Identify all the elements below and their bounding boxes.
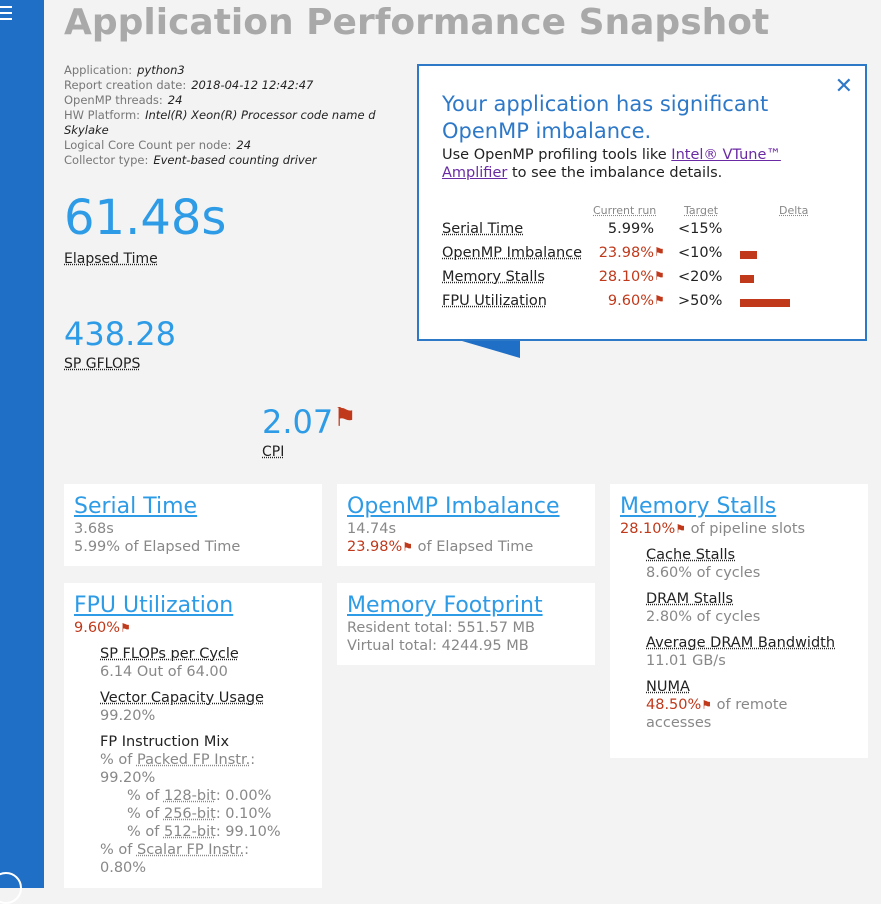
warning-flag-icon: ⚑ (120, 621, 131, 635)
elapsed-time-value: 61.48s (64, 190, 227, 246)
dram-stalls-label[interactable]: DRAM Stalls (646, 590, 858, 608)
numa-metric: NUMA 48.50%⚑ of remote accesses (646, 678, 858, 732)
fpu-utilization-title[interactable]: FPU Utilization (74, 593, 312, 619)
meta-hw-platform: HW Platform: Intel(R) Xeon(R) Processor c… (64, 108, 376, 137)
warning-flag-icon: ⚑ (675, 522, 687, 536)
dram-stalls-metric: DRAM Stalls 2.80% of cycles (646, 590, 858, 626)
help-icon[interactable] (0, 872, 22, 904)
virtual-total: Virtual total: 4244.95 MB (347, 638, 529, 654)
packed-fp-value: 99.20% (100, 770, 156, 786)
warning-flag-icon: ⚑ (654, 245, 665, 259)
delta-bar (740, 251, 757, 259)
packed-fp-label[interactable]: Packed FP Instr. (137, 752, 250, 768)
scalar-fp-value: 0.80% (100, 860, 147, 876)
delta-bar (740, 299, 790, 307)
dram-bandwidth-metric: Average DRAM Bandwidth 11.01 GB/s (646, 634, 858, 670)
popup-heading: Your application has significant OpenMP … (442, 92, 769, 143)
cache-stalls-metric: Cache Stalls 8.60% of cycles (646, 546, 858, 582)
meta-report-date: Report creation date: 2018-04-12 12:42:47 (64, 78, 314, 92)
sidebar (0, 0, 44, 904)
vector-capacity-label[interactable]: Vector Capacity Usage (100, 689, 312, 707)
openmp-imbalance-card: OpenMP Imbalance 14.74s 23.98%⚑ of Elaps… (337, 484, 595, 566)
512-bit-label[interactable]: 512-bit (164, 824, 216, 840)
128-bit-row: % of 128-bit: 0.00% (127, 788, 272, 804)
memory-footprint-title[interactable]: Memory Footprint (347, 593, 585, 619)
meta-collector-type: Collector type: Event-based counting driv… (64, 153, 317, 167)
serial-time-percent: 5.99% of Elapsed Time (74, 539, 241, 555)
resident-total: Resident total: 551.57 MB (347, 620, 535, 636)
scalar-fp-label[interactable]: Scalar FP Instr. (137, 842, 244, 858)
fpu-utilization-percent: 9.60%⚑ (74, 620, 131, 636)
row-current-value: 28.10%⚑ (598, 269, 665, 285)
col-delta: Delta (779, 204, 809, 217)
cache-stalls-label[interactable]: Cache Stalls (646, 546, 858, 564)
openmp-imbalance-seconds: 14.74s (347, 521, 397, 537)
dram-stalls-value: 2.80% of cycles (646, 609, 761, 625)
openmp-imbalance-title[interactable]: OpenMP Imbalance (347, 494, 585, 520)
col-target: Target (684, 204, 719, 217)
col-current-run: Current run (593, 204, 657, 217)
serial-time-title[interactable]: Serial Time (74, 494, 312, 520)
sp-flops-metric: SP FLOPs per Cycle 6.14 Out of 64.00 (100, 645, 312, 681)
row-target-value: >50% (678, 293, 723, 309)
memory-stalls-percent: 28.10%⚑ of pipeline slots (620, 521, 806, 537)
row-current-value: 5.99% (607, 221, 654, 237)
numa-label[interactable]: NUMA (646, 678, 858, 696)
warning-flag-icon: ⚑ (701, 698, 713, 712)
row-target-value: <15% (678, 221, 723, 237)
fpu-utilization-card: FPU Utilization 9.60%⚑ SP FLOPs per Cycl… (64, 583, 322, 888)
cpi-label[interactable]: CPI (262, 444, 284, 460)
row-current-value: 9.60%⚑ (607, 293, 665, 309)
close-icon[interactable]: ✕ (835, 74, 853, 99)
gflops-label[interactable]: SP GFLOPS (64, 356, 140, 372)
memory-stalls-card: Memory Stalls 28.10%⚑ of pipeline slots … (610, 484, 868, 758)
meta-core-count: Logical Core Count per node: 24 (64, 138, 252, 152)
512-bit-row: % of 512-bit: 99.10% (127, 824, 281, 840)
page-title: Application Performance Snapshot (64, 2, 770, 43)
gflops-value: 438.28 (64, 315, 176, 353)
256-bit-row: % of 256-bit: 0.10% (127, 806, 272, 822)
imbalance-popup: ✕ Your application has significant OpenM… (417, 64, 867, 341)
elapsed-time-label[interactable]: Elapsed Time (64, 251, 158, 267)
cache-stalls-value: 8.60% of cycles (646, 565, 761, 581)
memory-stalls-title[interactable]: Memory Stalls (620, 494, 858, 520)
meta-application: Application: python3 (64, 63, 185, 77)
warning-flag-icon: ⚑ (333, 403, 357, 433)
dram-bandwidth-value: 11.01 GB/s (646, 653, 726, 669)
fp-mix-label: FP Instruction Mix (100, 734, 230, 750)
scalar-fp-row: % of Scalar FP Instr.: (100, 842, 250, 858)
256-bit-label[interactable]: 256-bit (164, 806, 216, 822)
warning-flag-icon: ⚑ (402, 540, 414, 554)
packed-fp-row: % of Packed FP Instr.: (100, 752, 256, 768)
row-current-value: 23.98%⚑ (598, 245, 665, 261)
fp-instruction-mix: FP Instruction Mix % of Packed FP Instr.… (100, 733, 312, 877)
warning-flag-icon: ⚑ (654, 293, 665, 307)
menu-icon[interactable] (0, 6, 12, 24)
sp-flops-label[interactable]: SP FLOPs per Cycle (100, 645, 312, 663)
memory-footprint-card: Memory Footprint Resident total: 551.57 … (337, 583, 595, 665)
row-target-value: <20% (678, 269, 723, 285)
numa-value-cont: accesses (646, 715, 712, 731)
dram-bandwidth-label[interactable]: Average DRAM Bandwidth (646, 634, 858, 652)
vector-capacity-metric: Vector Capacity Usage 99.20% (100, 689, 312, 725)
serial-time-card: Serial Time 3.68s 5.99% of Elapsed Time (64, 484, 322, 566)
cpi-value: 2.07⚑ (262, 403, 357, 441)
delta-bar (740, 275, 754, 283)
128-bit-label[interactable]: 128-bit (164, 788, 216, 804)
serial-time-seconds: 3.68s (74, 521, 114, 537)
numa-value: 48.50%⚑ of remote (646, 697, 788, 713)
sp-flops-value: 6.14 Out of 64.00 (100, 664, 228, 680)
report-metadata: Application: python3 Report creation date… (64, 63, 399, 168)
warning-flag-icon: ⚑ (654, 269, 665, 283)
meta-openmp-threads: OpenMP threads: 24 (64, 93, 183, 107)
row-target-value: <10% (678, 245, 723, 261)
popup-description: Use OpenMP profiling tools like Intel® V… (442, 147, 781, 181)
openmp-imbalance-percent: 23.98%⚑ of Elapsed Time (347, 539, 534, 555)
vector-capacity-value: 99.20% (100, 708, 156, 724)
